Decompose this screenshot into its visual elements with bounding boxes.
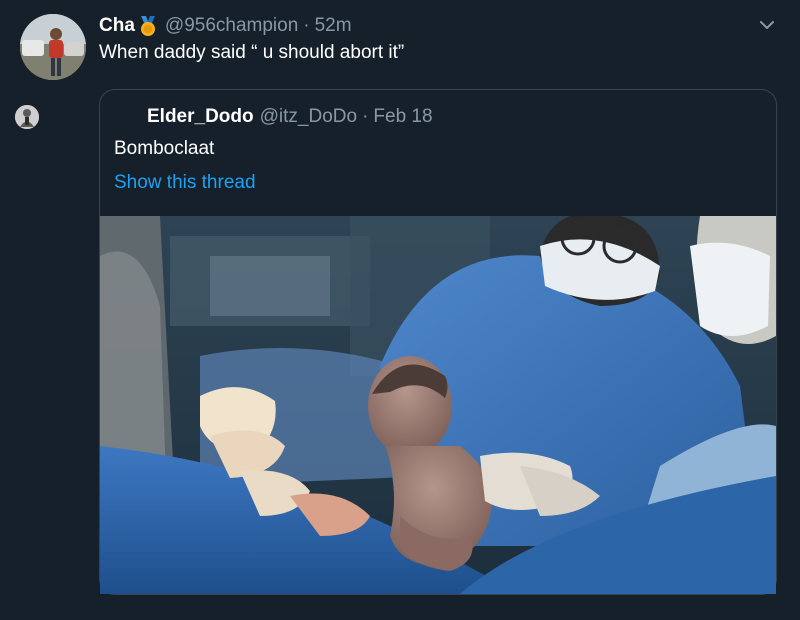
show-thread-link[interactable]: Show this thread [114,172,256,194]
medal-icon [140,16,155,36]
tweet-time[interactable]: 52m [315,15,352,37]
quoted-author-avatar[interactable] [15,105,39,129]
tweet-header: Cha @956champion · 52m [99,14,352,38]
author-handle[interactable]: @956champion [165,15,298,37]
quoted-tweet-date[interactable]: Feb 18 [373,106,432,128]
chevron-down-icon[interactable] [756,14,778,36]
author-avatar[interactable] [20,14,86,80]
quoted-author-name[interactable]: Elder_Dodo [147,106,254,128]
tweet[interactable]: Cha @956champion · 52m When daddy said “… [0,0,800,620]
tweet-media-image[interactable] [100,216,776,594]
separator-dot: · [362,106,369,127]
tweet-text: When daddy said “ u should abort it” [99,42,405,63]
separator-dot: · [303,15,310,36]
quoted-author-handle[interactable]: @itz_DoDo [260,106,357,128]
author-name[interactable]: Cha [99,15,135,37]
quoted-tweet-header: Elder_Dodo @itz_DoDo · Feb 18 [147,105,433,129]
quoted-tweet-text: Bomboclaat [114,138,215,159]
